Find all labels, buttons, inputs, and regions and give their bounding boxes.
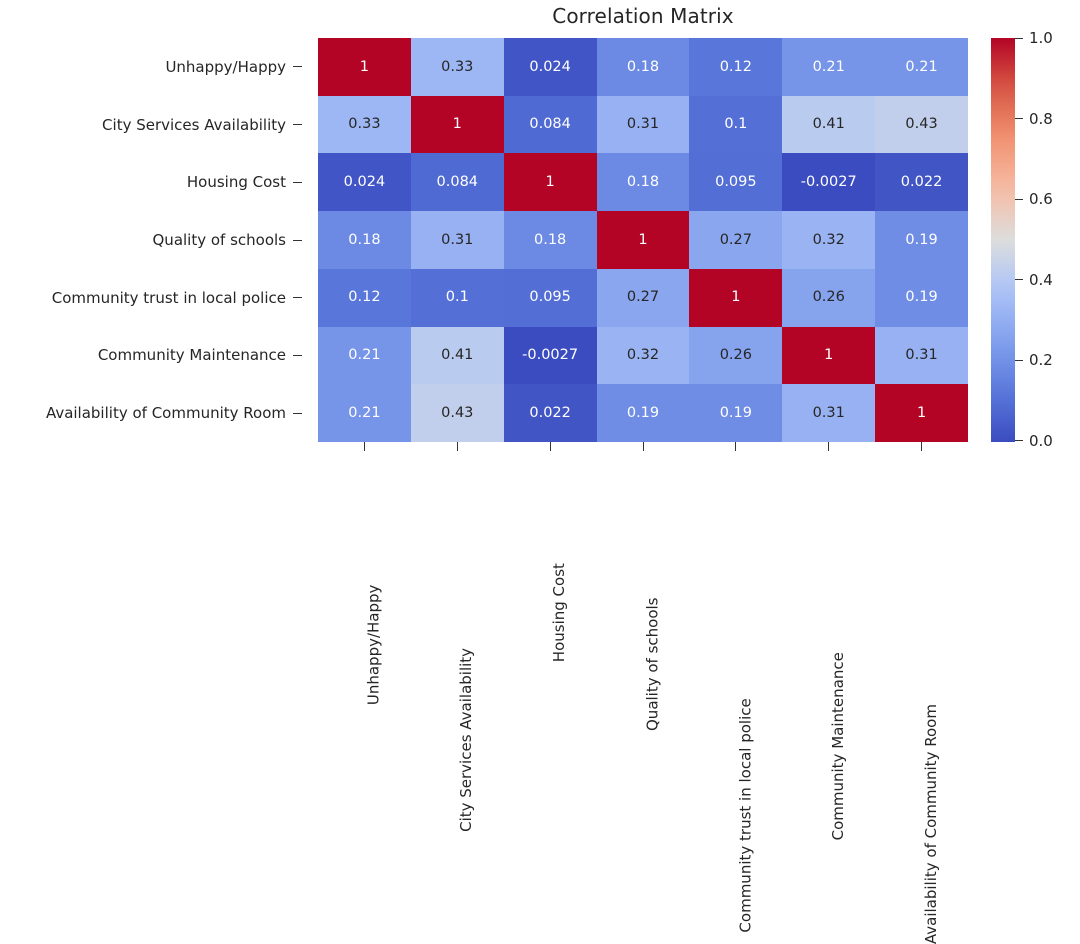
colorbar-tick-mark (1015, 359, 1023, 361)
heatmap-cell: 0.21 (318, 326, 411, 385)
heatmap-cell: 1 (782, 326, 876, 385)
heatmap-cell: 0.31 (782, 384, 876, 442)
y-axis-tick-mark (293, 124, 302, 126)
heatmap-cell: 0.024 (318, 153, 411, 212)
heatmap-cell: 0.1 (410, 268, 504, 327)
heatmap-cell: 1 (596, 211, 690, 269)
heatmap-cell: 0.43 (410, 384, 504, 442)
x-axis-tick-label: Availability of Community Room (921, 704, 940, 944)
y-axis-tick-mark (293, 354, 302, 356)
y-axis-tick-mark (293, 239, 302, 241)
x-axis-tick-label: Housing Cost (550, 563, 569, 663)
colorbar-gradient (991, 38, 1015, 442)
heatmap-cell: 0.21 (875, 38, 968, 96)
heatmap-cell: 0.1 (689, 95, 783, 154)
heatmap-cell: 0.12 (689, 38, 783, 96)
colorbar-tick-mark (1015, 37, 1023, 39)
heatmap-cell: 0.41 (782, 95, 876, 154)
y-axis-tick-mark (293, 297, 302, 299)
heatmap-cell: 0.43 (875, 95, 968, 154)
heatmap-cell: 0.26 (782, 268, 876, 327)
x-axis-tick-mark (735, 442, 737, 451)
heatmap-cell: 1 (410, 95, 504, 154)
heatmap-cell: 0.32 (596, 326, 690, 385)
heatmap-cell: 1 (689, 268, 783, 327)
heatmap-cell: 1 (318, 38, 411, 96)
y-axis-tick-label: Community trust in local police (51, 288, 286, 307)
colorbar-tick-mark (1015, 198, 1023, 200)
x-axis-tick-mark (363, 442, 365, 451)
heatmap-cell: 0.33 (318, 95, 411, 154)
heatmap-cell: 0.33 (410, 38, 504, 96)
colorbar-tick-mark (1015, 440, 1023, 442)
heatmap-cell: 0.095 (503, 268, 597, 327)
y-axis-tick-label: Availability of Community Room (45, 404, 286, 423)
x-axis-tick-label: Quality of schools (643, 597, 661, 732)
page-title: Correlation Matrix (552, 4, 734, 28)
heatmap-cell: 0.18 (503, 211, 597, 269)
heatmap-cell: 0.21 (318, 384, 411, 442)
heatmap-cell: 0.19 (875, 268, 968, 327)
y-axis-tick-mark (293, 66, 302, 68)
heatmap-cell: 1 (875, 384, 968, 442)
heatmap-cell: 0.095 (689, 153, 783, 212)
y-axis-tick-mark (293, 181, 302, 183)
heatmap-cell: 0.31 (410, 211, 504, 269)
x-axis-tick-label: Community trust in local police (735, 698, 754, 933)
heatmap-cell: 0.022 (503, 384, 597, 442)
heatmap-cell: 0.19 (689, 384, 783, 442)
x-axis-tick-mark (642, 442, 644, 451)
heatmap-cell: 0.18 (596, 153, 690, 212)
heatmap-plot-area: 1 0.33 0.024 0.18 0.12 0.21 0.21 0.33 1 0.084 0.31… (318, 38, 968, 442)
colorbar: 1.0 0.8 0.6 0.4 0.2 0.0 (991, 29, 1061, 450)
y-axis-tick-mark (293, 412, 302, 414)
heatmap-cell: 0.27 (689, 211, 783, 269)
colorbar-tick-label: 0.0 (1029, 431, 1053, 450)
y-axis-tick-label: Community Maintenance (97, 346, 286, 365)
heatmap-cell: 0.18 (596, 38, 690, 96)
heatmap-cell: 0.27 (596, 268, 690, 327)
heatmap-cell: 0.022 (875, 153, 968, 212)
heatmap-cell: 0.26 (689, 326, 783, 385)
colorbar-tick-label: 0.4 (1029, 270, 1053, 289)
heatmap-cell: 0.024 (503, 38, 597, 96)
heatmap-cell: 0.21 (782, 38, 876, 96)
heatmap-cell: 0.12 (318, 268, 411, 327)
y-axis-tick-labels: Unhappy/Happy City Services Availability H… (0, 38, 312, 442)
heatmap-cell: 0.41 (410, 326, 504, 385)
heatmap-cell: 0.084 (410, 153, 504, 212)
x-axis-tick-mark (549, 442, 551, 451)
heatmap-cell: 0.19 (875, 211, 968, 269)
x-axis-tick-label: Community Maintenance (828, 652, 847, 841)
x-axis-tick-label: City Services Availability (457, 647, 476, 832)
colorbar-tick-mark (1015, 279, 1023, 281)
colorbar-tick-label: 0.2 (1029, 351, 1053, 370)
y-axis-tick-label: City Services Availability (102, 115, 286, 134)
y-axis-tick-label: Unhappy/Happy (165, 57, 286, 76)
colorbar-tick-label: 0.8 (1029, 109, 1053, 128)
heatmap-cell: -0.0027 (782, 153, 876, 212)
heatmap-cell: 0.18 (318, 211, 411, 269)
x-axis-tick-mark (828, 442, 830, 451)
colorbar-tick-label: 0.6 (1029, 190, 1053, 209)
x-axis-tick-mark (921, 442, 923, 451)
heatmap-grid: 1 0.33 0.024 0.18 0.12 0.21 0.21 0.33 1 0.084 0.31… (318, 38, 968, 442)
heatmap-cell: 0.084 (503, 95, 597, 154)
x-axis-tick-mark (456, 442, 458, 451)
correlation-matrix-figure: Correlation Matrix Unhappy/Happy City Ser… (0, 0, 1080, 944)
heatmap-cell: 0.32 (782, 211, 876, 269)
heatmap-cell: -0.0027 (503, 326, 597, 385)
x-axis-tick-label: Unhappy/Happy (364, 584, 383, 706)
x-axis-tick-labels: Unhappy/Happy City Services Availability H… (318, 442, 968, 944)
heatmap-cell: 0.31 (875, 326, 968, 385)
y-axis-tick-label: Quality of schools (152, 231, 287, 249)
colorbar-tick-mark (1015, 118, 1023, 120)
heatmap-cell: 0.31 (596, 95, 690, 154)
y-axis-tick-label: Housing Cost (186, 173, 286, 192)
colorbar-tick-label: 1.0 (1029, 29, 1053, 47)
heatmap-cell: 1 (503, 153, 597, 212)
heatmap-cell: 0.19 (596, 384, 690, 442)
